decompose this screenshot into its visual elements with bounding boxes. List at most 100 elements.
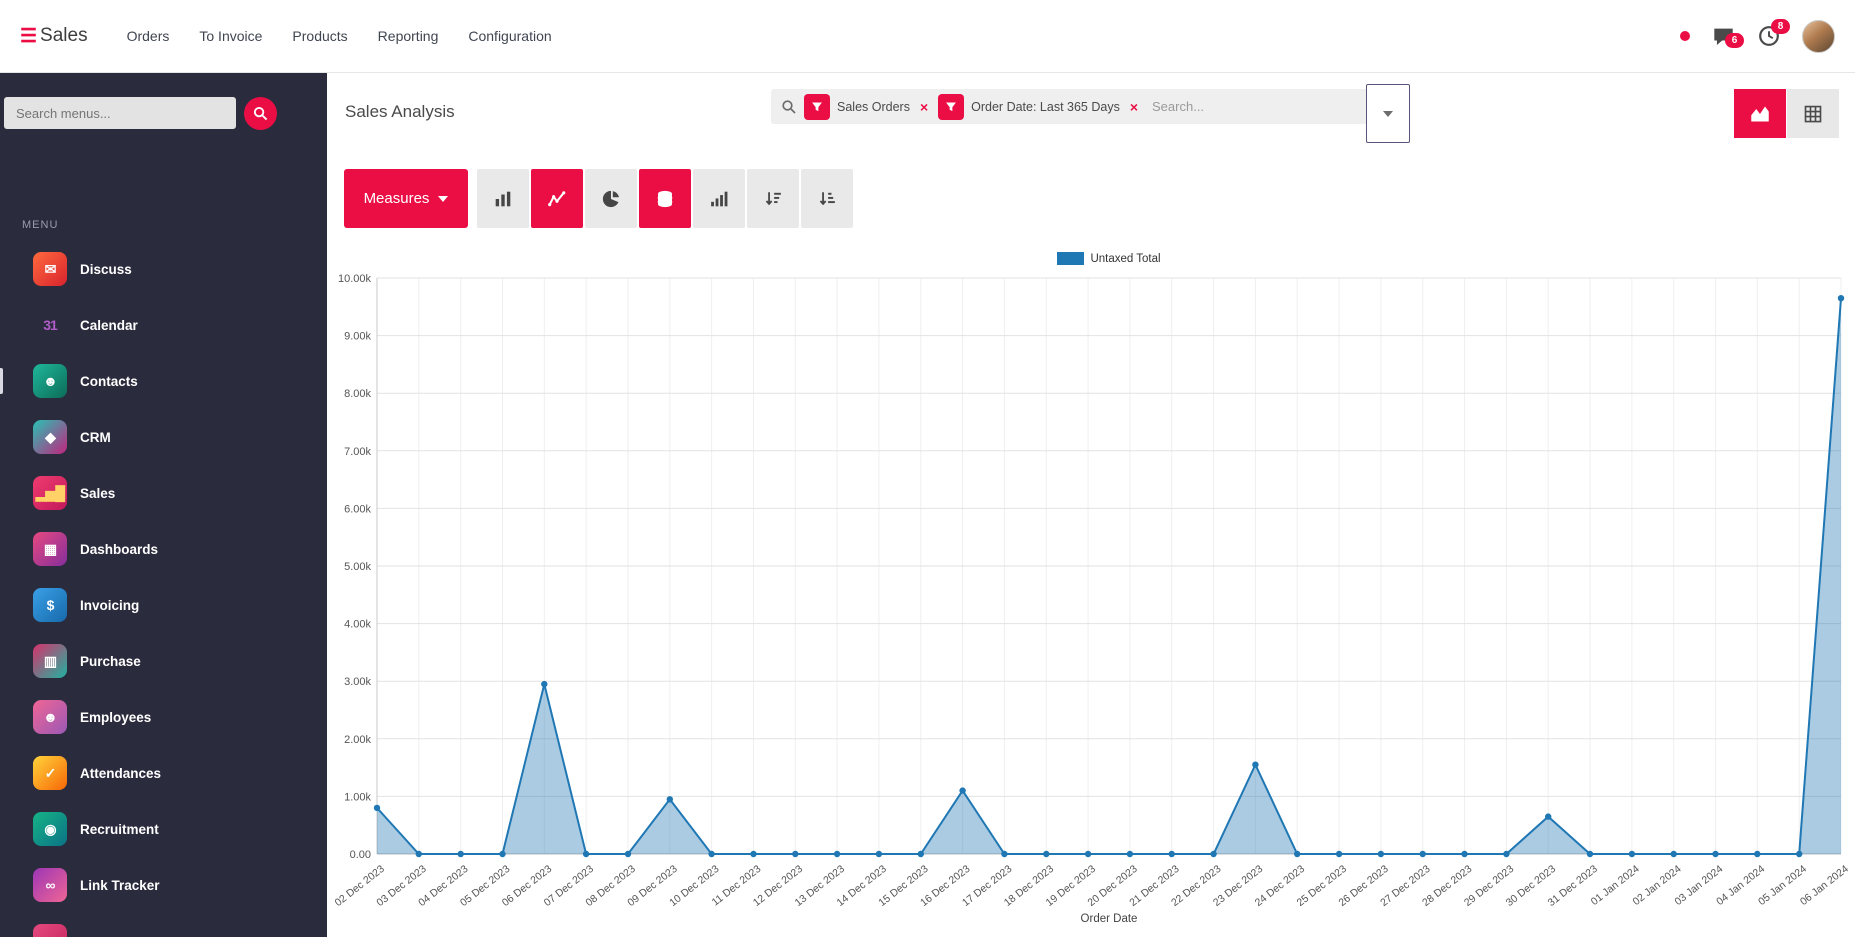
topbar-menu-configuration[interactable]: Configuration	[455, 19, 564, 53]
app-icon: ▦	[33, 532, 67, 566]
legend-label: Untaxed Total	[1090, 252, 1161, 265]
sales-analysis-line-chart[interactable]: 0.00 1.00k 2.00k 3.00k 4.00k 5.00k 6.00k 7.00k 8…	[331, 270, 1855, 937]
sidebar-item-label: Attendances	[80, 765, 162, 781]
svg-text:0.00: 0.00	[350, 849, 371, 861]
app-icon: ▥	[33, 644, 67, 678]
search-bar[interactable]: Sales Orders × Order Date: Last 365 Days…	[771, 89, 1372, 124]
sidebar-item-label: Link Tracker	[80, 877, 160, 893]
sidebar-item-discuss[interactable]: ✉ Discuss	[0, 241, 327, 297]
app-icon: ✓	[33, 756, 67, 790]
sidebar-item-label: Dashboards	[80, 541, 159, 557]
sidebar-menu-list: ✉ Discuss 31 Calendar ☻ Contacts ◆ CRM ▂…	[0, 241, 327, 937]
messages-icon[interactable]: 6	[1710, 23, 1744, 49]
app-icon: ◆	[33, 420, 67, 454]
sidebar-item-contacts[interactable]: ☻ Contacts	[0, 353, 327, 409]
stacked-button[interactable]	[639, 169, 691, 228]
app-name: Sales	[40, 25, 88, 46]
sidebar-item-recruitment[interactable]: ◉ Recruitment	[0, 801, 327, 857]
pivot-view-button[interactable]	[1787, 89, 1839, 138]
sidebar: MENU ✉ Discuss 31 Calendar ☻ Contacts ◆ …	[0, 73, 327, 937]
topbar-menu-products[interactable]: Products	[279, 19, 360, 53]
topbar: ☰ Sales Orders To Invoice Products Repor…	[0, 0, 1855, 73]
pie-chart-button[interactable]	[585, 169, 637, 228]
topbar-systray: 6 8	[1680, 19, 1835, 53]
topbar-menu-reporting[interactable]: Reporting	[365, 19, 452, 53]
app-switcher[interactable]: ☰ Sales	[20, 25, 88, 47]
facet-sales-orders: Sales Orders	[837, 99, 910, 114]
remove-facet-icon[interactable]: ×	[1127, 99, 1141, 115]
sidebar-item-label: Invoicing	[80, 597, 140, 613]
measures-button[interactable]: Measures	[344, 169, 468, 228]
sidebar-item-sales[interactable]: ▂▅█ Sales	[0, 465, 327, 521]
line-chart-button[interactable]	[531, 169, 583, 228]
app-icon: ∞	[33, 868, 67, 902]
sidebar-item-label: Contacts	[80, 373, 138, 389]
view-switcher	[1734, 89, 1839, 138]
facet-order-date: Order Date: Last 365 Days	[971, 99, 1120, 114]
sidebar-search-button[interactable]	[244, 97, 277, 130]
area-chart-icon	[1751, 106, 1769, 121]
funnel-icon	[946, 102, 957, 111]
user-avatar[interactable]	[1802, 19, 1835, 53]
cumulative-button[interactable]	[693, 169, 745, 228]
filter-funnel-icon[interactable]	[804, 93, 830, 120]
topbar-menus: Orders To Invoice Products Reporting Con…	[114, 19, 565, 53]
svg-text:6.00k: 6.00k	[344, 503, 371, 515]
search-input[interactable]: Search...	[1152, 99, 1204, 114]
app-icon: ☻	[33, 364, 67, 398]
sidebar-item-employees[interactable]: ☻ Employees	[0, 689, 327, 745]
stacked-icon	[657, 190, 673, 207]
sidebar-search-input[interactable]	[4, 97, 236, 129]
sidebar-item-attendances[interactable]: ✓ Attendances	[0, 745, 327, 801]
svg-text:5.00k: 5.00k	[344, 561, 371, 573]
cumulative-icon	[711, 191, 728, 206]
svg-text:10.00k: 10.00k	[338, 273, 372, 285]
sidebar-item-invoicing[interactable]: $ Invoicing	[0, 577, 327, 633]
sidebar-item-crm[interactable]: ◆ CRM	[0, 409, 327, 465]
app-icon	[33, 924, 67, 937]
active-app-indicator	[0, 368, 3, 394]
filter-funnel-icon[interactable]	[938, 93, 965, 120]
sort-ascending-button[interactable]	[801, 169, 853, 228]
sidebar-item-label: Sales	[80, 485, 116, 501]
pivot-icon	[1804, 105, 1822, 122]
chart-legend: Untaxed Total	[377, 252, 1841, 270]
sidebar-item-partial[interactable]	[0, 913, 327, 937]
messages-badge: 6	[1725, 33, 1744, 48]
svg-text:3.00k: 3.00k	[344, 676, 371, 688]
svg-text:8.00k: 8.00k	[344, 388, 371, 400]
presence-dot-icon	[1680, 31, 1690, 41]
sidebar-item-purchase[interactable]: ▥ Purchase	[0, 633, 327, 689]
bar-chart-icon	[495, 191, 511, 206]
hamburger-menu-icon[interactable]: ☰	[20, 27, 37, 46]
sidebar-item-label: Employees	[80, 709, 152, 725]
sidebar-section-label: MENU	[22, 219, 59, 231]
topbar-menu-orders[interactable]: Orders	[114, 19, 183, 53]
sidebar-item-link-tracker[interactable]: ∞ Link Tracker	[0, 857, 327, 913]
search-icon	[253, 106, 268, 121]
sidebar-item-calendar[interactable]: 31 Calendar	[0, 297, 327, 353]
sort-descending-button[interactable]	[747, 169, 799, 228]
sidebar-search	[4, 97, 327, 131]
search-options-toggle[interactable]	[1366, 84, 1410, 143]
sidebar-item-label: Purchase	[80, 653, 141, 669]
legend-swatch	[1057, 252, 1085, 265]
svg-text:Order Date: Order Date	[1081, 913, 1138, 925]
app-icon: ▂▅█	[33, 476, 67, 510]
svg-text:9.00k: 9.00k	[344, 331, 371, 343]
sort-ascending-icon	[819, 191, 835, 205]
bar-chart-button[interactable]	[477, 169, 529, 228]
remove-facet-icon[interactable]: ×	[917, 99, 931, 115]
sidebar-item-label: Calendar	[80, 317, 138, 333]
search-icon	[782, 99, 796, 114]
svg-text:7.00k: 7.00k	[344, 446, 371, 458]
measures-label: Measures	[363, 190, 430, 207]
svg-text:2.00k: 2.00k	[344, 734, 371, 746]
activities-icon[interactable]: 8	[1756, 19, 1790, 49]
main-content: Sales Analysis Sales Orders × Order Date…	[327, 73, 1855, 937]
pie-chart-icon	[602, 190, 619, 207]
area-chart-view-button[interactable]	[1734, 89, 1786, 138]
page-title: Sales Analysis	[345, 102, 455, 121]
topbar-menu-to-invoice[interactable]: To Invoice	[186, 19, 275, 53]
sidebar-item-dashboards[interactable]: ▦ Dashboards	[0, 521, 327, 577]
